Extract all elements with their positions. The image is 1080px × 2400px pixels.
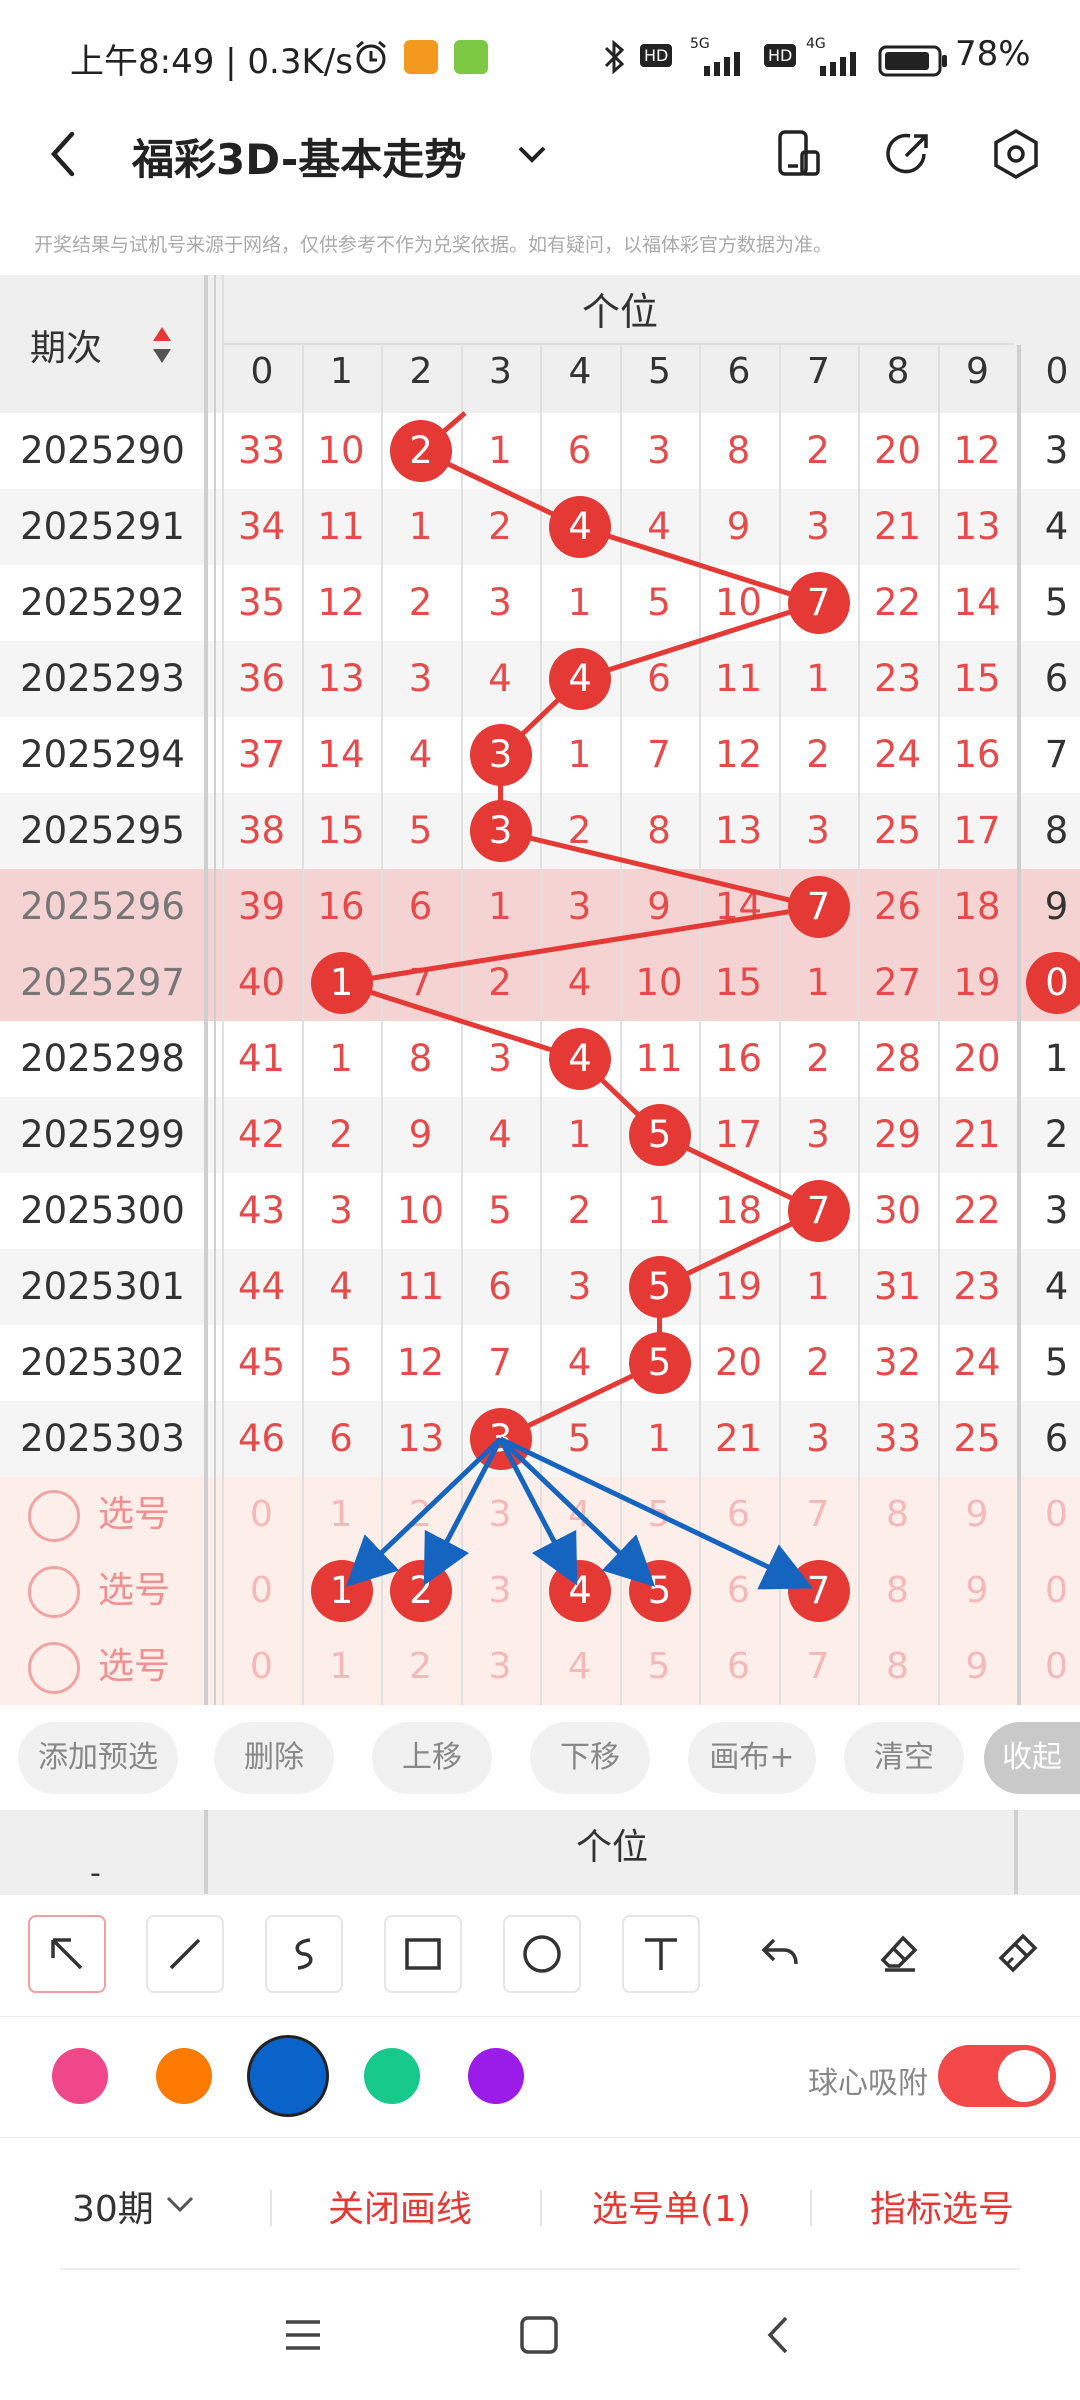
line-tool-icon[interactable]: [146, 1915, 224, 1993]
rectangle-tool-icon[interactable]: [384, 1915, 462, 1993]
share-icon[interactable]: [880, 126, 936, 186]
app-notify-icon: [404, 40, 438, 74]
signal-icon-2: [806, 50, 866, 80]
divider: [810, 2190, 812, 2226]
trend-table: 期次 个位 0 1 2 3 4 5 6 7 8 9 0 2025290 33 10 1 6 3 8 2 20 12 3 2025…: [0, 275, 1080, 1705]
arrow-tool-icon[interactable]: [28, 1915, 106, 1993]
period-select[interactable]: 30期: [72, 2180, 154, 2232]
second-header-left: -: [90, 1856, 101, 1891]
canvas-add-button[interactable]: 画布+: [688, 1722, 816, 1794]
menu-icon[interactable]: [280, 2312, 326, 2362]
chevron-left-icon[interactable]: [44, 124, 84, 188]
back-icon[interactable]: [756, 2312, 802, 2362]
clear-brush-icon[interactable]: [978, 1915, 1056, 1993]
signal-icon: [690, 50, 750, 80]
settings-icon[interactable]: [988, 126, 1044, 186]
divider-2: [1014, 1810, 1018, 1894]
text-tool-icon[interactable]: [622, 1915, 700, 1993]
indicator-pick-button[interactable]: 指标选号: [870, 2180, 1014, 2232]
divider: [204, 1810, 208, 1894]
disclaimer-text: 开奖结果与试机号来源于网络，仅供参考不作为兑奖依据。如有疑问，以福体彩官方数据为…: [34, 234, 833, 256]
curve-tool-icon[interactable]: [265, 1915, 343, 1993]
close-lines-button[interactable]: 关闭画线: [328, 2180, 472, 2232]
bluetooth-icon: [602, 38, 626, 80]
drawn-arrows: [345, 1436, 814, 1590]
alarm-icon: [352, 38, 390, 80]
second-header-group: 个位: [576, 1827, 649, 1868]
drawn-arrow[interactable]: [345, 1437, 503, 1587]
status-bar: 上午8:49 | 0.3K/s HD 5G HD 4G 78%: [0, 0, 1080, 110]
color-swatch[interactable]: [156, 2048, 212, 2104]
hd-badge-2: HD: [764, 44, 797, 67]
divider: [60, 2268, 1020, 2270]
phone-layout-icon[interactable]: [774, 126, 824, 186]
title-bar: 福彩3D-基本走势: [0, 110, 1080, 250]
status-time: 上午8:49 | 0.3K/s: [70, 42, 353, 82]
drawn-arrow[interactable]: [498, 1437, 578, 1586]
eraser-icon[interactable]: [860, 1915, 938, 1993]
add-preselect-button[interactable]: 添加预选: [18, 1722, 178, 1794]
move-down-button[interactable]: 下移: [530, 1722, 650, 1794]
battery-icon: [878, 44, 950, 82]
hd-badge: HD: [640, 44, 673, 67]
battery-level: 78%: [955, 34, 1031, 74]
delete-button[interactable]: 删除: [214, 1722, 334, 1794]
color-swatch[interactable]: [52, 2048, 108, 2104]
divider: [540, 2190, 542, 2226]
divider: [270, 2190, 272, 2226]
move-up-button[interactable]: 上移: [372, 1722, 492, 1794]
snap-label: 球心吸附: [808, 2066, 928, 2101]
color-swatch[interactable]: [364, 2048, 420, 2104]
collapse-button[interactable]: 收起: [984, 1722, 1080, 1794]
chevron-down-icon[interactable]: [514, 138, 550, 172]
snap-toggle[interactable]: [938, 2045, 1056, 2107]
drawn-arrow[interactable]: [423, 1437, 503, 1586]
home-icon[interactable]: [516, 2312, 562, 2362]
undo-icon[interactable]: [741, 1915, 819, 1993]
chevron-down-icon[interactable]: [164, 2190, 196, 2222]
circle-tool-icon[interactable]: [503, 1915, 581, 1993]
drawn-arrow[interactable]: [498, 1437, 656, 1587]
download-notify-icon: [454, 40, 488, 74]
toggle-knob: [998, 2050, 1050, 2102]
pick-list-button[interactable]: 选号单(1): [592, 2180, 751, 2232]
color-swatch-selected[interactable]: [250, 2038, 326, 2114]
page-title[interactable]: 福彩3D-基本走势: [132, 126, 466, 187]
drawn-arrow[interactable]: [499, 1436, 814, 1590]
clear-button[interactable]: 清空: [844, 1722, 964, 1794]
color-swatch[interactable]: [468, 2048, 524, 2104]
second-table-header: - 个位: [0, 1810, 1080, 1894]
